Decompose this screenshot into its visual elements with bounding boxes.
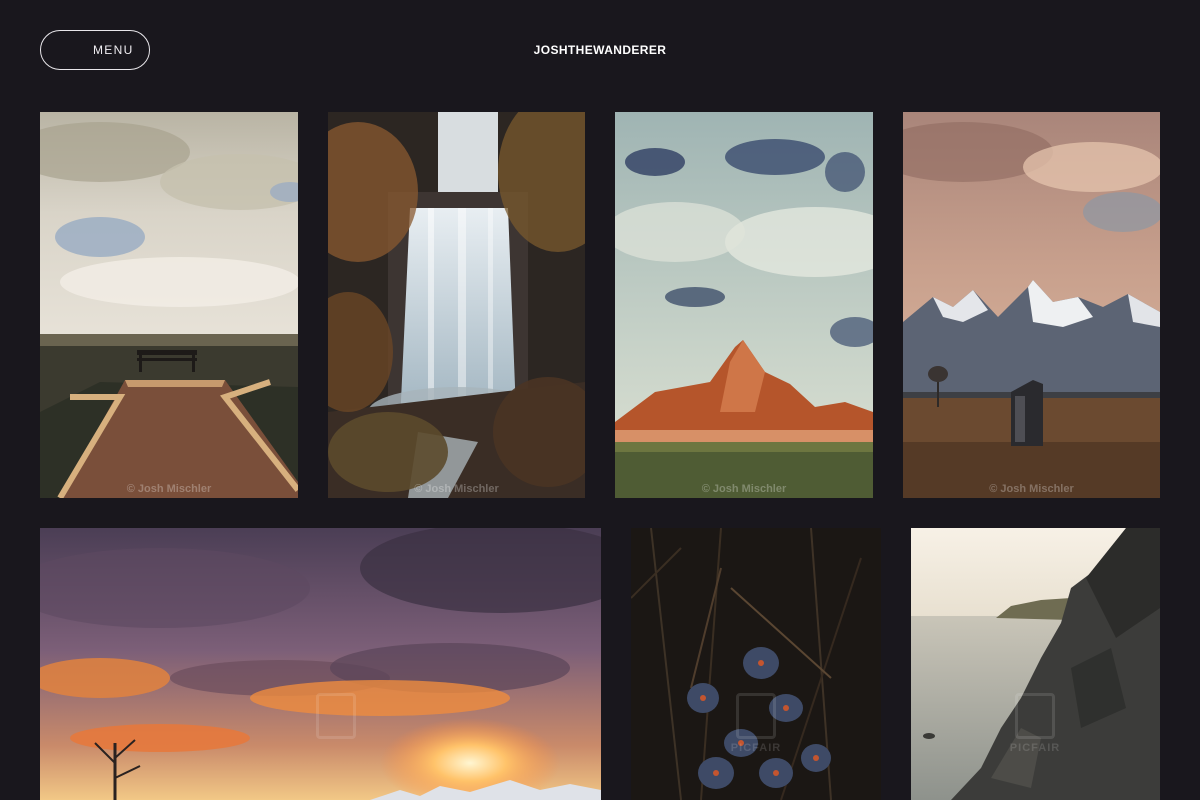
waterfall-image bbox=[328, 112, 585, 498]
watermark-text: PICFAIR bbox=[730, 742, 782, 754]
photo-sea-cliff[interactable]: PICFAIR bbox=[911, 528, 1160, 800]
photo-mountain-outhouse[interactable]: © Josh Mischler bbox=[903, 112, 1160, 498]
photo-waterfall[interactable]: © Josh Mischler bbox=[328, 112, 585, 498]
watermark: PICFAIR bbox=[1007, 693, 1063, 763]
photo-boardwalk-bench[interactable]: © Josh Mischler bbox=[40, 112, 298, 498]
photo-sunset-sky[interactable] bbox=[40, 528, 601, 800]
watermark-logo-icon bbox=[316, 693, 356, 739]
picfair-logo-icon bbox=[1015, 693, 1055, 739]
watermark-text: PICFAIR bbox=[1009, 742, 1061, 754]
menu-button-label: MENU bbox=[93, 43, 134, 57]
photo-credit: © Josh Mischler bbox=[126, 483, 212, 495]
photo-badlands-butte[interactable]: © Josh Mischler bbox=[615, 112, 873, 498]
photo-credit: © Josh Mischler bbox=[414, 483, 499, 495]
watermark: PICFAIR bbox=[728, 693, 784, 763]
photo-blue-flowers[interactable]: PICFAIR bbox=[631, 528, 881, 800]
mountain-outhouse-image bbox=[903, 112, 1160, 498]
picfair-logo-icon bbox=[736, 693, 776, 739]
photo-credit: © Josh Mischler bbox=[701, 483, 787, 495]
boardwalk-image bbox=[40, 112, 298, 498]
badlands-image bbox=[615, 112, 873, 498]
site-title[interactable]: JOSHTHEWANDERER bbox=[400, 43, 800, 57]
photo-credit: © Josh Mischler bbox=[989, 483, 1074, 495]
site-header: MENU JOSHTHEWANDERER bbox=[0, 0, 1200, 100]
watermark bbox=[308, 693, 364, 763]
menu-button[interactable]: MENU bbox=[40, 30, 150, 70]
